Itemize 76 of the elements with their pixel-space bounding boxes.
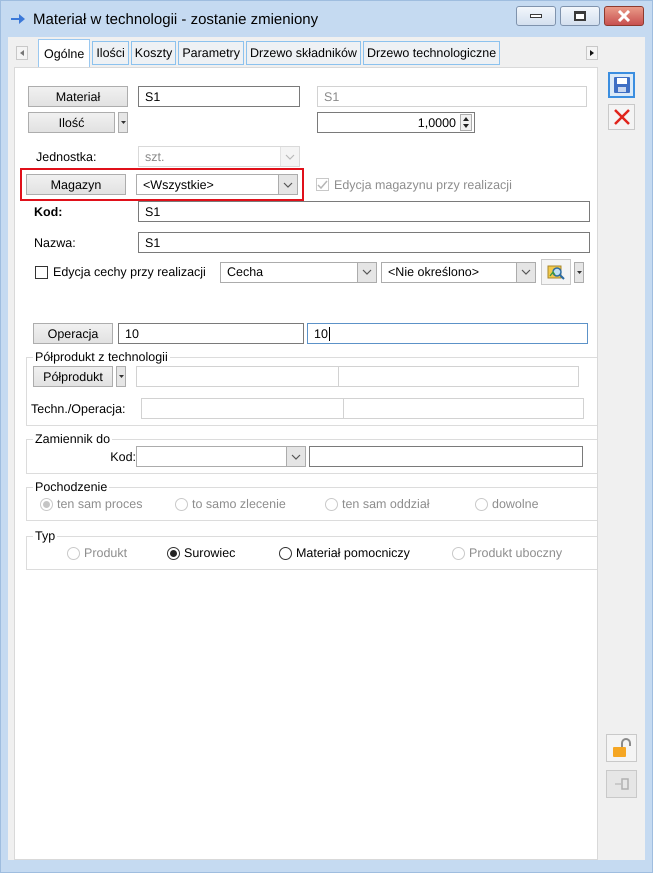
material-button[interactable]: Materiał (28, 86, 128, 107)
radio-button[interactable] (279, 546, 292, 560)
caret-icon (120, 121, 126, 124)
left-triangle-icon (20, 50, 24, 56)
tech-operation-field[interactable] (344, 398, 584, 419)
tab[interactable]: Drzewo składników (246, 41, 361, 65)
tab[interactable]: Parametry (178, 41, 244, 65)
group-title: Zamiennik do (34, 432, 112, 446)
pin-icon (614, 777, 630, 791)
unit-label: Jednostka: (35, 150, 98, 164)
radio-label: Produkt (84, 546, 128, 560)
dropdown-button[interactable] (118, 112, 128, 133)
scroll-left-button[interactable] (16, 46, 28, 60)
substitute-code-label: Kod: (109, 450, 136, 464)
tab[interactable]: Koszty (130, 41, 176, 65)
operation-button[interactable]: Operacja (33, 323, 113, 344)
tab[interactable]: Ilości (92, 41, 129, 65)
maximize-icon (574, 11, 586, 21)
code-label: Kod: (33, 204, 64, 218)
close-icon (617, 10, 631, 22)
magnifier-icon (547, 263, 565, 281)
caret-icon (118, 375, 124, 378)
tab[interactable]: Drzewo technologiczne (362, 41, 500, 65)
delete-button[interactable] (608, 104, 635, 130)
save-button[interactable] (608, 72, 635, 98)
radio-button[interactable] (167, 546, 180, 560)
material-code-field[interactable]: S1 (138, 86, 300, 107)
right-triangle-icon (590, 50, 594, 56)
checkbox-label: Edycja magazynu przy realizacji (334, 178, 512, 192)
warehouse-combo[interactable]: <Wszystkie> (136, 174, 298, 195)
close-button[interactable] (604, 6, 644, 26)
radio-label: ten sam proces (57, 497, 142, 511)
checkbox[interactable] (35, 266, 48, 278)
semi-product-field[interactable] (339, 366, 579, 387)
group-title: Typ (34, 529, 56, 543)
feature-value-combo[interactable]: <Nie określono> (381, 262, 536, 282)
caret-icon (576, 270, 582, 274)
quantity-button[interactable]: Ilość (28, 112, 115, 133)
arrow-icon (11, 14, 25, 24)
code-field[interactable]: S1 (138, 201, 590, 222)
minimize-button[interactable] (516, 6, 556, 26)
radio-label: Surowiec (184, 546, 236, 560)
operation-field[interactable]: 10 (307, 323, 588, 344)
name-label: Nazwa: (33, 236, 77, 250)
scroll-right-button[interactable] (586, 46, 598, 60)
radio-label: to samo zlecenie (192, 497, 286, 511)
checkbox-label: Edycja cechy przy realizacji (53, 265, 206, 279)
quantity-field[interactable]: 1,0000 (317, 112, 475, 133)
maximize-button[interactable] (560, 6, 600, 26)
up-down-arrows-icon (463, 117, 469, 128)
dropdown-button[interactable] (574, 262, 584, 282)
search-button[interactable] (541, 259, 571, 285)
group-title: Półprodukt z technologii (34, 350, 169, 364)
semi-product-button[interactable]: Półprodukt (33, 366, 113, 387)
radio-label: dowolne (492, 497, 539, 511)
tab[interactable]: Ogólne (38, 39, 90, 67)
operation-field[interactable]: 10 (118, 323, 304, 344)
cross-icon (612, 108, 630, 126)
name-field[interactable]: S1 (138, 232, 590, 253)
lock-button[interactable] (606, 734, 637, 762)
tech-operation-field[interactable] (141, 398, 344, 419)
dropdown-button[interactable] (116, 366, 126, 387)
minimize-icon (530, 14, 542, 18)
group-title: Pochodzenie (34, 480, 108, 494)
substitute-code-combo[interactable] (136, 446, 306, 467)
radio-label: ten sam oddział (342, 497, 430, 511)
tech-operation-label: Techn./Operacja: (31, 402, 126, 416)
semi-product-field[interactable] (136, 366, 339, 387)
warehouse-button[interactable]: Magazyn (26, 174, 126, 195)
window-title: Materiał w technologii - zostanie zmieniony (33, 10, 320, 28)
spinner-button[interactable] (460, 114, 472, 131)
radio-label: Produkt uboczny (469, 546, 562, 560)
padlock-icon (610, 738, 632, 758)
feature-combo[interactable]: Cecha (220, 262, 377, 282)
radio-label: Materiał pomocniczy (296, 546, 410, 560)
substitute-code-field[interactable] (309, 446, 583, 467)
